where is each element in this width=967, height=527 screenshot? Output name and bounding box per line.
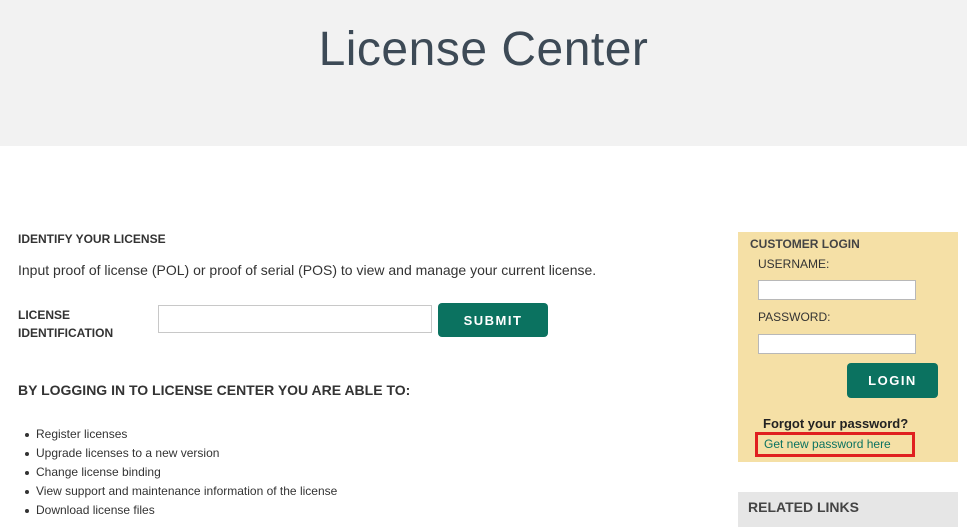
customer-login-panel: CUSTOMER LOGIN USERNAME: PASSWORD: LOGIN… xyxy=(738,232,958,462)
license-identify-section: IDENTIFY YOUR LICENSE Input proof of lic… xyxy=(18,0,718,527)
forgot-password-text: Forgot your password? xyxy=(763,416,909,431)
username-label: USERNAME: xyxy=(758,257,830,271)
list-item: Upgrade licenses to a new version xyxy=(18,444,337,463)
password-input[interactable] xyxy=(758,334,916,354)
customer-login-title: CUSTOMER LOGIN xyxy=(750,237,860,251)
identify-intro: Input proof of license (POL) or proof of… xyxy=(18,262,597,278)
license-label-line1: LICENSE xyxy=(18,308,71,322)
benefits-heading: BY LOGGING IN TO LICENSE CENTER YOU ARE … xyxy=(18,382,411,398)
related-links-panel: RELATED LINKS xyxy=(738,492,958,527)
license-identification-input[interactable] xyxy=(158,305,432,333)
login-button[interactable]: LOGIN xyxy=(847,363,938,398)
password-label: PASSWORD: xyxy=(758,310,831,324)
list-item: View support and maintenance information… xyxy=(18,482,337,501)
related-links-title: RELATED LINKS xyxy=(748,499,859,515)
username-input[interactable] xyxy=(758,280,916,300)
list-item: Register licenses xyxy=(18,425,337,444)
list-item: Download license files xyxy=(18,501,337,520)
license-label-line2: IDENTIFICATION xyxy=(18,326,114,340)
submit-button[interactable]: SUBMIT xyxy=(438,303,548,337)
license-identification-label: LICENSE IDENTIFICATION xyxy=(18,306,138,342)
list-item: Change license binding xyxy=(18,463,337,482)
benefits-list: Register licenses Upgrade licenses to a … xyxy=(18,425,337,520)
get-new-password-link[interactable]: Get new password here xyxy=(755,432,915,457)
identify-title: IDENTIFY YOUR LICENSE xyxy=(18,232,166,246)
